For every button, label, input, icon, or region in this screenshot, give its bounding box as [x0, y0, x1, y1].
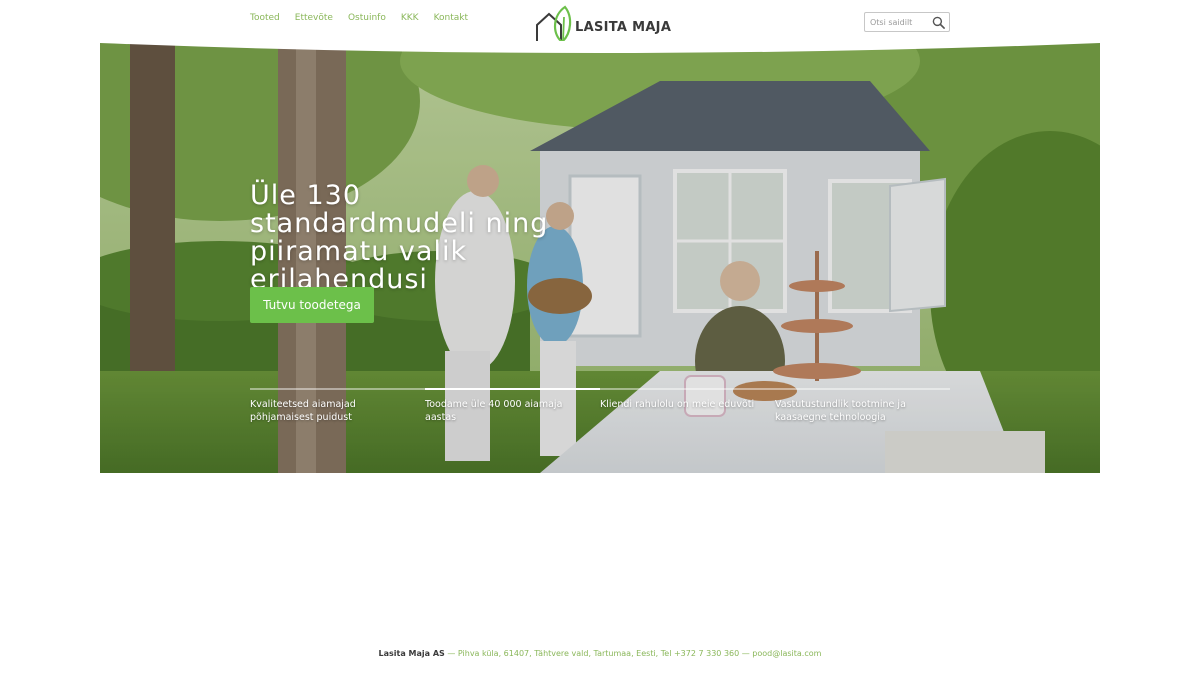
nav-item-tooted[interactable]: Tooted: [250, 13, 280, 23]
feature-text: Kliendi rahulolu on meie eduvõti: [600, 399, 755, 410]
nav-item-ostuinfo[interactable]: Ostuinfo: [348, 13, 386, 23]
search-box: [864, 12, 950, 32]
nav-item-ettevote[interactable]: Ettevõte: [295, 13, 333, 23]
feature-slider: Kvaliteetsed aiamajad põhjamaisest puidu…: [250, 388, 950, 424]
view-products-button[interactable]: Tutvu toodetega: [250, 287, 374, 323]
feature-item[interactable]: Kliendi rahulolu on meie eduvõti: [600, 388, 775, 424]
nav-item-kkk[interactable]: KKK: [401, 13, 419, 23]
feature-progress-bar: [250, 388, 425, 390]
nav-item-kontakt[interactable]: Kontakt: [434, 13, 468, 23]
feature-progress-bar: [600, 388, 775, 390]
search-icon[interactable]: [932, 16, 945, 29]
feature-text: Toodame üle 40 000 aiamaja aastas: [425, 399, 563, 423]
footer-address: — Pihva küla, 61407, Tähtvere vald, Tart…: [444, 649, 753, 658]
feature-item[interactable]: Vastutustundlik tootmine ja kaasaegne te…: [775, 388, 950, 424]
search-input[interactable]: [870, 14, 934, 30]
feature-item[interactable]: Kvaliteetsed aiamajad põhjamaisest puidu…: [250, 388, 425, 424]
hero-banner: Üle 130 standardmudeli ning piiramatu va…: [100, 41, 1100, 473]
footer-company: Lasita Maja AS: [378, 649, 445, 658]
hero-top-curve: [100, 41, 1100, 53]
feature-text: Vastutustundlik tootmine ja kaasaegne te…: [775, 399, 906, 423]
hero-title: Üle 130 standardmudeli ning piiramatu va…: [250, 180, 549, 295]
main-nav: Tooted Ettevõte Ostuinfo KKK Kontakt: [250, 13, 468, 23]
logo-text: LASITA MAJA: [575, 20, 672, 35]
logo[interactable]: LASITA MAJA: [535, 5, 671, 45]
feature-text: Kvaliteetsed aiamajad põhjamaisest puidu…: [250, 399, 356, 423]
footer: Lasita Maja AS — Pihva küla, 61407, Täht…: [0, 649, 1200, 658]
footer-email-link[interactable]: pood@lasita.com: [752, 649, 821, 658]
feature-item[interactable]: Toodame üle 40 000 aiamaja aastas: [425, 388, 600, 424]
feature-progress-bar: [425, 388, 600, 390]
feature-progress-bar: [775, 388, 950, 390]
